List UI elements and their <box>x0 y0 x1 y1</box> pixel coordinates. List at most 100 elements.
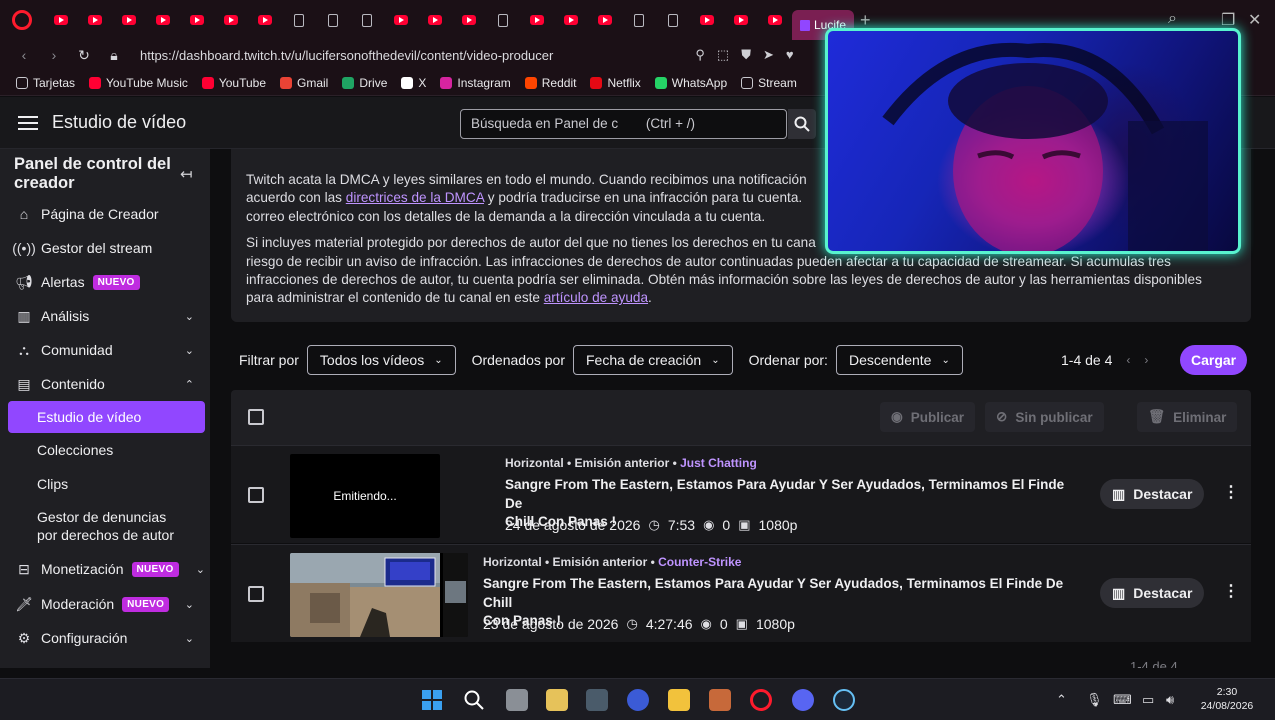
more-options-icon[interactable]: ⋮ <box>1223 482 1239 502</box>
tab[interactable] <box>690 0 724 40</box>
menu-icon[interactable] <box>18 115 38 130</box>
video-thumbnail[interactable] <box>290 553 468 637</box>
sidebar-item-settings[interactable]: ⚙ Configuración ⌄ <box>0 623 210 653</box>
windows-start-icon[interactable] <box>421 689 443 711</box>
sidebar-item-content[interactable]: ▤ Contenido ⌃ <box>0 369 210 399</box>
help-article-link[interactable]: artículo de ayuda <box>544 290 648 305</box>
tab[interactable] <box>656 0 690 40</box>
microphone-icon[interactable]: 🎙︎ <box>1086 692 1103 708</box>
video-thumbnail[interactable]: Emitiendo... <box>290 454 440 538</box>
send-icon[interactable]: ➤ <box>763 47 774 63</box>
opera-browser-icon[interactable] <box>750 689 772 711</box>
tab[interactable] <box>350 0 384 40</box>
sidebar-subitem-video-studio[interactable]: Estudio de vídeo <box>8 401 205 433</box>
bookmark-item[interactable]: YouTube Music <box>89 76 188 90</box>
tab[interactable] <box>452 0 486 40</box>
calculator-icon[interactable] <box>586 689 608 711</box>
order-select[interactable]: Descendente ⌄ <box>835 345 963 375</box>
select-all-checkbox[interactable] <box>248 409 264 425</box>
back-icon[interactable]: ‹ <box>16 47 32 63</box>
highlight-button[interactable]: ▥ Destacar <box>1100 578 1205 608</box>
sidebar-item-monetization[interactable]: ⊟ Monetización NUEVO ⌄ <box>0 554 210 584</box>
tab[interactable] <box>282 0 316 40</box>
bookmark-item[interactable]: WhatsApp <box>654 76 727 90</box>
more-options-icon[interactable]: ⋮ <box>1223 581 1239 601</box>
search-icon[interactable] <box>463 689 485 711</box>
publish-button[interactable]: ◉ Publicar <box>880 402 976 432</box>
table-row[interactable]: Horizontal • Emisión anterior • Counter-… <box>231 544 1251 642</box>
bookmark-item[interactable]: Gmail <box>280 76 328 90</box>
discord-icon[interactable] <box>792 689 814 711</box>
media-player-icon[interactable] <box>627 689 649 711</box>
highlight-button[interactable]: ▥ Destacar <box>1100 479 1205 509</box>
tab[interactable] <box>588 0 622 40</box>
notes-app-icon[interactable] <box>546 689 568 711</box>
sidebar-item-creator-page[interactable]: ⌂ Página de Creador <box>0 199 210 229</box>
search-button[interactable] <box>788 109 816 139</box>
file-explorer-icon[interactable] <box>668 689 690 711</box>
bookmark-item[interactable]: YouTube <box>201 76 266 90</box>
tab[interactable] <box>418 0 452 40</box>
system-clock[interactable]: 2:30 24/08/2026 <box>1196 685 1258 713</box>
tab[interactable] <box>724 0 758 40</box>
reload-icon[interactable]: ↻ <box>76 47 92 64</box>
close-window-icon[interactable]: ✕ <box>1248 10 1261 30</box>
bookmark-item[interactable]: Stream <box>741 76 797 90</box>
bookmark-item[interactable]: X <box>401 76 426 90</box>
collapse-sidebar-icon[interactable]: ↤ <box>180 165 193 183</box>
tab[interactable] <box>180 0 214 40</box>
video-category-link[interactable]: Just Chatting <box>680 456 757 470</box>
tab[interactable] <box>520 0 554 40</box>
sidebar-subitem-clips[interactable]: Clips <box>0 475 210 493</box>
prev-page-icon[interactable]: ‹ <box>1126 353 1130 367</box>
restore-window-icon[interactable]: ❐ <box>1221 10 1235 30</box>
sidebar-item-analytics[interactable]: ▥ Análisis ⌄ <box>0 301 210 331</box>
tab[interactable] <box>214 0 248 40</box>
bookmark-item[interactable]: Reddit <box>524 76 576 90</box>
tab[interactable] <box>248 0 282 40</box>
tab[interactable] <box>554 0 588 40</box>
sidebar-item-community[interactable]: ⛬ Comunidad ⌄ <box>0 335 210 365</box>
table-row[interactable]: Emitiendo... Horizontal • Emisión anteri… <box>231 445 1251 543</box>
sidebar-subitem-copyright-manager[interactable]: Gestor de denuncias por derechos de auto… <box>0 508 210 544</box>
tab[interactable] <box>316 0 350 40</box>
tab[interactable] <box>112 0 146 40</box>
search-tabs-icon[interactable]: ⌕ <box>1168 10 1177 28</box>
delete-button[interactable]: 🗑︎ Eliminar <box>1137 402 1238 432</box>
volume-icon[interactable]: 🔊︎ <box>1166 692 1174 708</box>
snapshot-icon[interactable]: ⬚ <box>717 47 729 63</box>
opera-logo-icon[interactable] <box>12 10 32 30</box>
heart-icon[interactable]: ♥ <box>786 47 794 63</box>
network-icon[interactable]: ▭ <box>1142 692 1154 708</box>
tray-overflow-icon[interactable]: ⌃ <box>1056 692 1067 708</box>
tab[interactable] <box>486 0 520 40</box>
dmca-guidelines-link[interactable]: directrices de la DMCA <box>346 190 484 205</box>
bookmark-item[interactable]: Drive <box>342 76 387 90</box>
keyboard-icon[interactable]: ⌨ <box>1113 692 1132 708</box>
next-page-icon[interactable]: › <box>1144 353 1148 367</box>
app-icon[interactable] <box>709 689 731 711</box>
url-field[interactable]: https://dashboard.twitch.tv/u/luciferson… <box>140 48 553 63</box>
row-checkbox[interactable] <box>248 586 264 602</box>
bookmark-item[interactable]: Tarjetas <box>16 76 75 90</box>
steam-icon[interactable] <box>833 689 855 711</box>
tab[interactable] <box>44 0 78 40</box>
search-input[interactable]: Búsqueda en Panel de c (Ctrl + /) <box>460 109 787 139</box>
tab[interactable] <box>622 0 656 40</box>
unpublish-button[interactable]: ⊘ Sin publicar <box>985 402 1104 432</box>
lock-icon[interactable]: 🔒︎ <box>106 47 122 64</box>
video-category-link[interactable]: Counter-Strike <box>658 555 741 569</box>
row-checkbox[interactable] <box>248 487 264 503</box>
sidebar-item-stream-manager[interactable]: ((•)) Gestor del stream <box>0 233 210 263</box>
tab[interactable] <box>384 0 418 40</box>
tab[interactable] <box>758 0 792 40</box>
bookmark-item[interactable]: Instagram <box>440 76 511 90</box>
sidebar-item-moderation[interactable]: 🗡︎ Moderación NUEVO ⌄ <box>0 589 210 619</box>
filter-select[interactable]: Todos los vídeos ⌄ <box>306 345 456 375</box>
shield-icon[interactable]: ⛊ <box>741 47 751 63</box>
tab[interactable] <box>78 0 112 40</box>
sort-select[interactable]: Fecha de creación ⌄ <box>573 345 733 375</box>
forward-icon[interactable]: › <box>46 47 62 63</box>
pin-icon[interactable]: ⚲ <box>695 47 705 63</box>
sidebar-subitem-collections[interactable]: Colecciones <box>0 441 210 459</box>
